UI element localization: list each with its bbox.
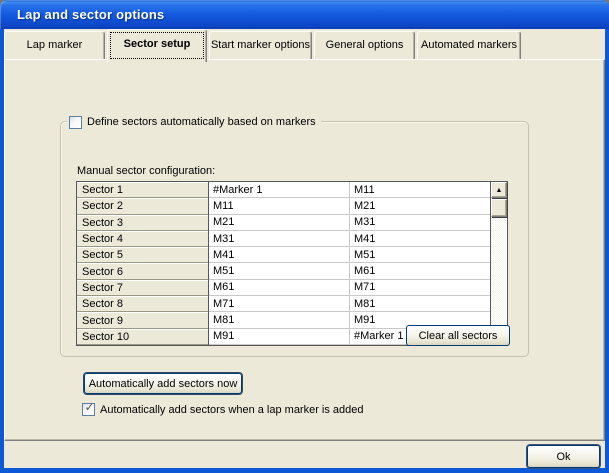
sector-table: Sector 1 #Marker 1 M11 Sector 2 M11 M21 …	[76, 181, 508, 346]
table-row: Sector 7 M61 M71	[77, 280, 490, 296]
sector-start-cell[interactable]: M91	[209, 329, 350, 345]
sector-start-cell[interactable]: M51	[209, 263, 350, 279]
sector-row-header[interactable]: Sector 1	[77, 182, 209, 198]
sector-start-cell[interactable]: M41	[209, 247, 350, 263]
sector-end-cell[interactable]: M81	[350, 296, 490, 312]
table-row: Sector 3 M21 M31	[77, 215, 490, 231]
manual-config-label: Manual sector configuration:	[77, 165, 215, 177]
checkmark-icon: ✓	[83, 401, 96, 414]
sector-row-header[interactable]: Sector 8	[77, 296, 209, 312]
scrollbar-thumb[interactable]	[491, 199, 507, 217]
table-row: Sector 4 M31 M41	[77, 231, 490, 247]
window-title: Lap and sector options	[17, 7, 164, 22]
scroll-up-icon[interactable]: ▲	[491, 182, 507, 198]
define-sectors-label: Define sectors automatically based on ma…	[87, 116, 316, 128]
auto-add-sectors-label: Automatically add sectors when a lap mar…	[100, 404, 364, 416]
auto-add-sectors-checkbox[interactable]: ✓	[82, 403, 95, 416]
sector-end-cell[interactable]: M31	[350, 215, 490, 231]
sector-end-cell[interactable]: M21	[350, 198, 490, 214]
sector-row-header[interactable]: Sector 7	[77, 280, 209, 296]
dialog-window: Lap and sector options Lap marker Sector…	[0, 0, 609, 473]
sector-start-cell[interactable]: M11	[209, 198, 350, 214]
sector-row-header[interactable]: Sector 6	[77, 263, 209, 279]
add-sectors-now-button[interactable]: Automatically add sectors now	[84, 373, 242, 394]
table-row: Sector 1 #Marker 1 M11	[77, 182, 490, 198]
sector-end-cell[interactable]: M51	[350, 247, 490, 263]
tab-page-sector-setup: Define sectors automatically based on ma…	[4, 59, 605, 441]
sector-end-cell[interactable]: M61	[350, 263, 490, 279]
sector-row-header[interactable]: Sector 9	[77, 312, 209, 328]
sector-start-cell[interactable]: M61	[209, 280, 350, 296]
tab-lap-marker[interactable]: Lap marker	[4, 31, 105, 59]
sector-start-cell[interactable]: M81	[209, 312, 350, 328]
tab-general-options[interactable]: General options	[314, 31, 415, 59]
sector-end-cell[interactable]: M71	[350, 280, 490, 296]
table-row: Sector 8 M71 M81	[77, 296, 490, 312]
table-row: Sector 6 M51 M61	[77, 263, 490, 279]
sector-end-cell[interactable]: M11	[350, 182, 490, 198]
sector-end-cell[interactable]: M41	[350, 231, 490, 247]
clear-all-sectors-button[interactable]: Clear all sectors	[406, 325, 510, 346]
sector-row-header[interactable]: Sector 2	[77, 198, 209, 214]
tab-start-marker-options[interactable]: Start marker options	[209, 31, 312, 59]
sector-row-header[interactable]: Sector 10	[77, 329, 209, 345]
table-row: Sector 2 M11 M21	[77, 198, 490, 214]
sector-start-cell[interactable]: M71	[209, 296, 350, 312]
tab-automated-markers[interactable]: Automated markers	[417, 31, 521, 59]
ok-button[interactable]: Ok	[527, 445, 600, 468]
table-row: Sector 5 M41 M51	[77, 247, 490, 263]
define-sectors-checkbox[interactable]	[69, 116, 82, 129]
sector-grid: Sector 1 #Marker 1 M11 Sector 2 M11 M21 …	[77, 182, 490, 345]
tab-strip: Lap marker Sector setup Start marker opt…	[4, 29, 605, 60]
vertical-scrollbar[interactable]: ▲ ▼	[490, 182, 507, 345]
sector-row-header[interactable]: Sector 5	[77, 247, 209, 263]
sector-start-cell[interactable]: M31	[209, 231, 350, 247]
sector-start-cell[interactable]: M21	[209, 215, 350, 231]
sector-start-cell[interactable]: #Marker 1	[209, 182, 350, 198]
titlebar[interactable]: Lap and sector options	[0, 0, 609, 29]
tab-control: Lap marker Sector setup Start marker opt…	[4, 29, 605, 468]
sector-row-header[interactable]: Sector 4	[77, 231, 209, 247]
tab-sector-setup[interactable]: Sector setup	[107, 29, 207, 62]
sector-row-header[interactable]: Sector 3	[77, 215, 209, 231]
